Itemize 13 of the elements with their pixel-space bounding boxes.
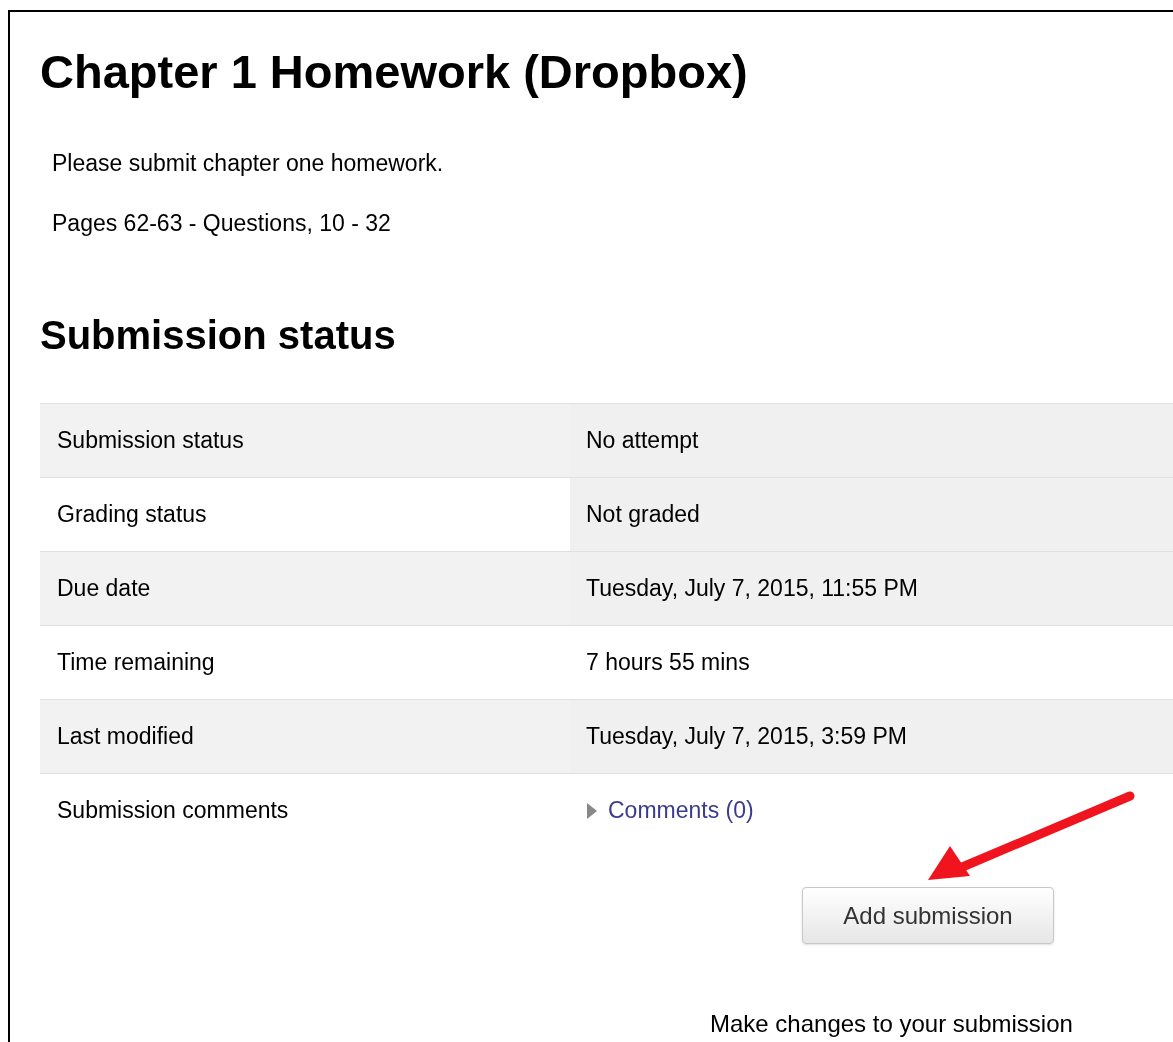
table-cell: Due date	[40, 552, 570, 625]
table-cell: No attempt	[570, 404, 1173, 477]
table-cell: Tuesday, July 7, 2015, 3:59 PM	[570, 700, 1173, 773]
table-cell: Last modified	[40, 700, 570, 773]
table-cell: Tuesday, July 7, 2015, 11:55 PM	[570, 552, 1173, 625]
help-text: Make changes to your submission	[709, 1012, 1074, 1036]
table-cell: Submission status	[40, 404, 570, 477]
table-cell: Not graded	[570, 478, 1173, 551]
comments-link[interactable]: Comments (0)	[608, 793, 754, 828]
description-text: Pages 62-63 - Questions, 10 - 32	[52, 209, 392, 238]
add-submission-button[interactable]: Add submission	[802, 887, 1054, 944]
section-heading: Submission status	[40, 315, 396, 355]
description-text: Please submit chapter one homework.	[52, 149, 445, 178]
